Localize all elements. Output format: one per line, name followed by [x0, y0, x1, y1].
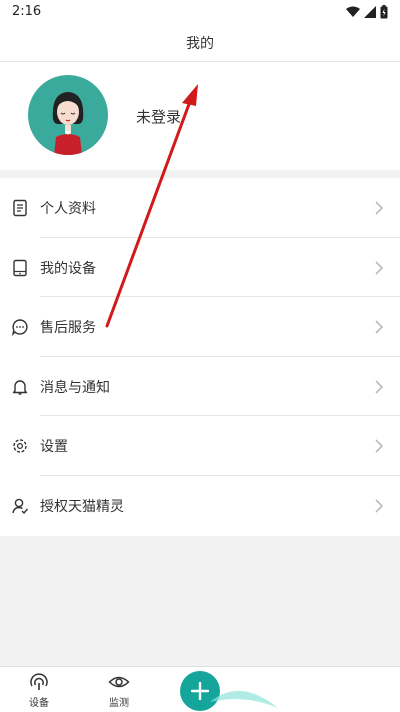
eye-icon: [108, 676, 130, 688]
menu-item-notifications[interactable]: 消息与通知: [0, 357, 400, 417]
menu-item-label: 授权天猫精灵: [40, 498, 124, 515]
menu-list: 个人资料 我的设备 售后服务 消息与通知 设置 授权天猫精灵: [0, 178, 400, 536]
tablet-device-icon: [13, 259, 27, 276]
menu-item-label: 售后服务: [40, 320, 96, 337]
tab-devices[interactable]: 设备: [9, 671, 69, 709]
document-icon: [13, 199, 27, 217]
username-label[interactable]: 未登录: [136, 106, 181, 127]
chevron-right-icon: [375, 261, 384, 275]
page-title: 我的: [186, 36, 214, 52]
wifi-icon: [346, 6, 360, 17]
menu-item-settings[interactable]: 设置: [0, 416, 400, 476]
tab-label: 设备: [29, 698, 49, 709]
status-time: 2:16: [12, 4, 42, 19]
cellular-signal-icon: [364, 6, 376, 18]
user-authorize-icon: [12, 498, 29, 514]
menu-item-authorize-tmall-genie[interactable]: 授权天猫精灵: [0, 476, 400, 536]
chat-bubble-icon: [11, 319, 28, 337]
tab-monitoring[interactable]: 监测: [89, 671, 149, 709]
bell-icon: [12, 380, 28, 395]
menu-item-label: 我的设备: [40, 260, 96, 277]
menu-item-label: 消息与通知: [40, 379, 110, 396]
menu-item-my-devices[interactable]: 我的设备: [0, 238, 400, 298]
menu-item-label: 设置: [40, 439, 68, 456]
chevron-right-icon: [375, 380, 384, 394]
avatar[interactable]: [28, 75, 108, 155]
menu-item-profile[interactable]: 个人资料: [0, 178, 400, 238]
menu-item-after-sales[interactable]: 售后服务: [0, 297, 400, 357]
battery-icon: [380, 5, 388, 19]
device-signal-icon: [30, 673, 48, 690]
status-icons: [346, 5, 388, 19]
profile-card[interactable]: 未登录: [0, 62, 400, 170]
status-bar: 2:16: [0, 0, 400, 24]
menu-item-label: 个人资料: [40, 201, 96, 217]
gear-icon: [13, 439, 27, 454]
page-header: 我的: [0, 24, 400, 62]
watermark-swoosh: [210, 690, 278, 708]
chevron-right-icon: [375, 439, 384, 453]
plus-icon: [191, 682, 209, 700]
avatar-illustration: [52, 92, 84, 155]
tab-label: 监测: [109, 698, 129, 709]
chevron-right-icon: [375, 201, 384, 215]
chevron-right-icon: [375, 499, 384, 513]
chevron-right-icon: [375, 320, 384, 334]
